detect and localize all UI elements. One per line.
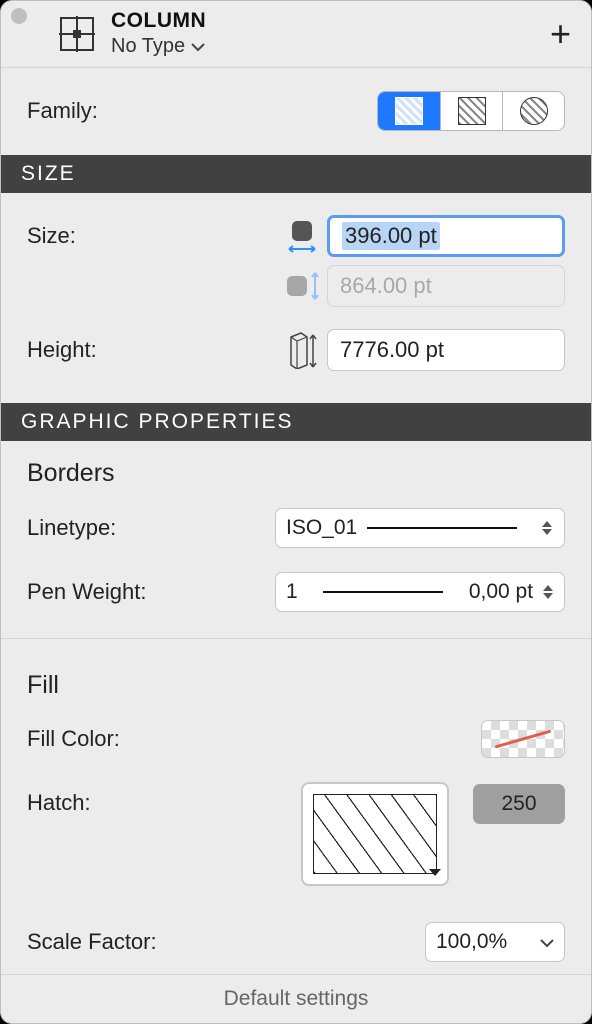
family-label: Family: — [27, 98, 98, 124]
size-width-row: Size: 396.00 pt — [27, 215, 565, 257]
hatch-label: Hatch: — [27, 782, 277, 816]
hatch-row: Hatch: 250 — [1, 770, 591, 898]
size-depth-row: 864.00 pt — [27, 265, 565, 307]
family-option-square-hatched[interactable] — [440, 92, 502, 130]
chevron-down-icon — [429, 869, 441, 876]
section-header-graphic: GRAPHIC PROPERTIES — [1, 403, 591, 441]
footer-text: Default settings — [224, 987, 369, 1010]
footer-default-settings[interactable]: Default settings — [1, 974, 591, 1023]
hatch-value: 250 — [501, 792, 536, 816]
fill-subtitle: Fill — [1, 653, 591, 708]
size-label: Size: — [27, 223, 277, 249]
width-icon — [277, 219, 327, 253]
size-width-input[interactable]: 396.00 pt — [327, 215, 565, 257]
height-row: Height: 7776.00 pt — [27, 329, 565, 371]
depth-icon — [277, 271, 327, 301]
hatch-value-badge[interactable]: 250 — [473, 784, 565, 824]
close-window-button[interactable] — [11, 8, 27, 24]
fillcolor-label: Fill Color: — [27, 726, 120, 752]
size-block: Size: 396.00 pt — [1, 193, 591, 403]
height-label: Height: — [27, 337, 277, 363]
size-width-value: 396.00 pt — [342, 222, 440, 250]
stepper-icon — [541, 585, 554, 599]
column-icon — [57, 14, 97, 54]
scale-row: Scale Factor: 100,0% — [1, 910, 591, 974]
borders-subtitle: Borders — [1, 441, 591, 496]
linetype-select[interactable]: ISO_01 — [275, 508, 565, 548]
type-dropdown[interactable]: No Type — [111, 35, 550, 58]
titlebar: COLUMN No Type + — [1, 1, 591, 68]
family-segmented-control — [377, 91, 565, 131]
penweight-row: Pen Weight: 1 0,00 pt — [1, 560, 591, 624]
penweight-right: 0,00 pt — [469, 580, 533, 604]
element-type-title: COLUMN — [111, 9, 550, 33]
inspector-panel: COLUMN No Type + Family: SIZE — [0, 0, 592, 1024]
section-header-size: SIZE — [1, 155, 591, 193]
linetype-label: Linetype: — [27, 515, 116, 541]
chevron-down-icon — [540, 930, 554, 954]
height-value: 7776.00 pt — [340, 337, 444, 363]
fillcolor-row: Fill Color: — [1, 708, 591, 770]
penweight-label: Pen Weight: — [27, 579, 146, 605]
linetype-row: Linetype: ISO_01 — [1, 496, 591, 560]
title-text-block: COLUMN No Type — [111, 9, 550, 58]
divider — [1, 638, 591, 639]
penweight-left: 1 — [286, 580, 298, 604]
family-option-circle[interactable] — [502, 92, 564, 130]
add-button[interactable]: + — [550, 13, 571, 55]
size-depth-value: 864.00 pt — [340, 273, 432, 299]
scale-value: 100,0% — [436, 930, 507, 954]
height-icon — [277, 331, 327, 369]
stepper-icon — [540, 521, 554, 535]
type-value: No Type — [111, 35, 185, 58]
height-input[interactable]: 7776.00 pt — [327, 329, 565, 371]
family-row: Family: — [1, 68, 591, 155]
scale-select[interactable]: 100,0% — [425, 922, 565, 962]
size-depth-input: 864.00 pt — [327, 265, 565, 307]
chevron-down-icon — [191, 42, 205, 52]
scale-label: Scale Factor: — [27, 929, 157, 955]
family-option-square-solid[interactable] — [378, 92, 440, 130]
fillcolor-swatch[interactable] — [481, 720, 565, 758]
linetype-value: ISO_01 — [286, 516, 357, 540]
penweight-select[interactable]: 1 0,00 pt — [275, 572, 565, 612]
hatch-pattern-select[interactable] — [301, 782, 449, 886]
